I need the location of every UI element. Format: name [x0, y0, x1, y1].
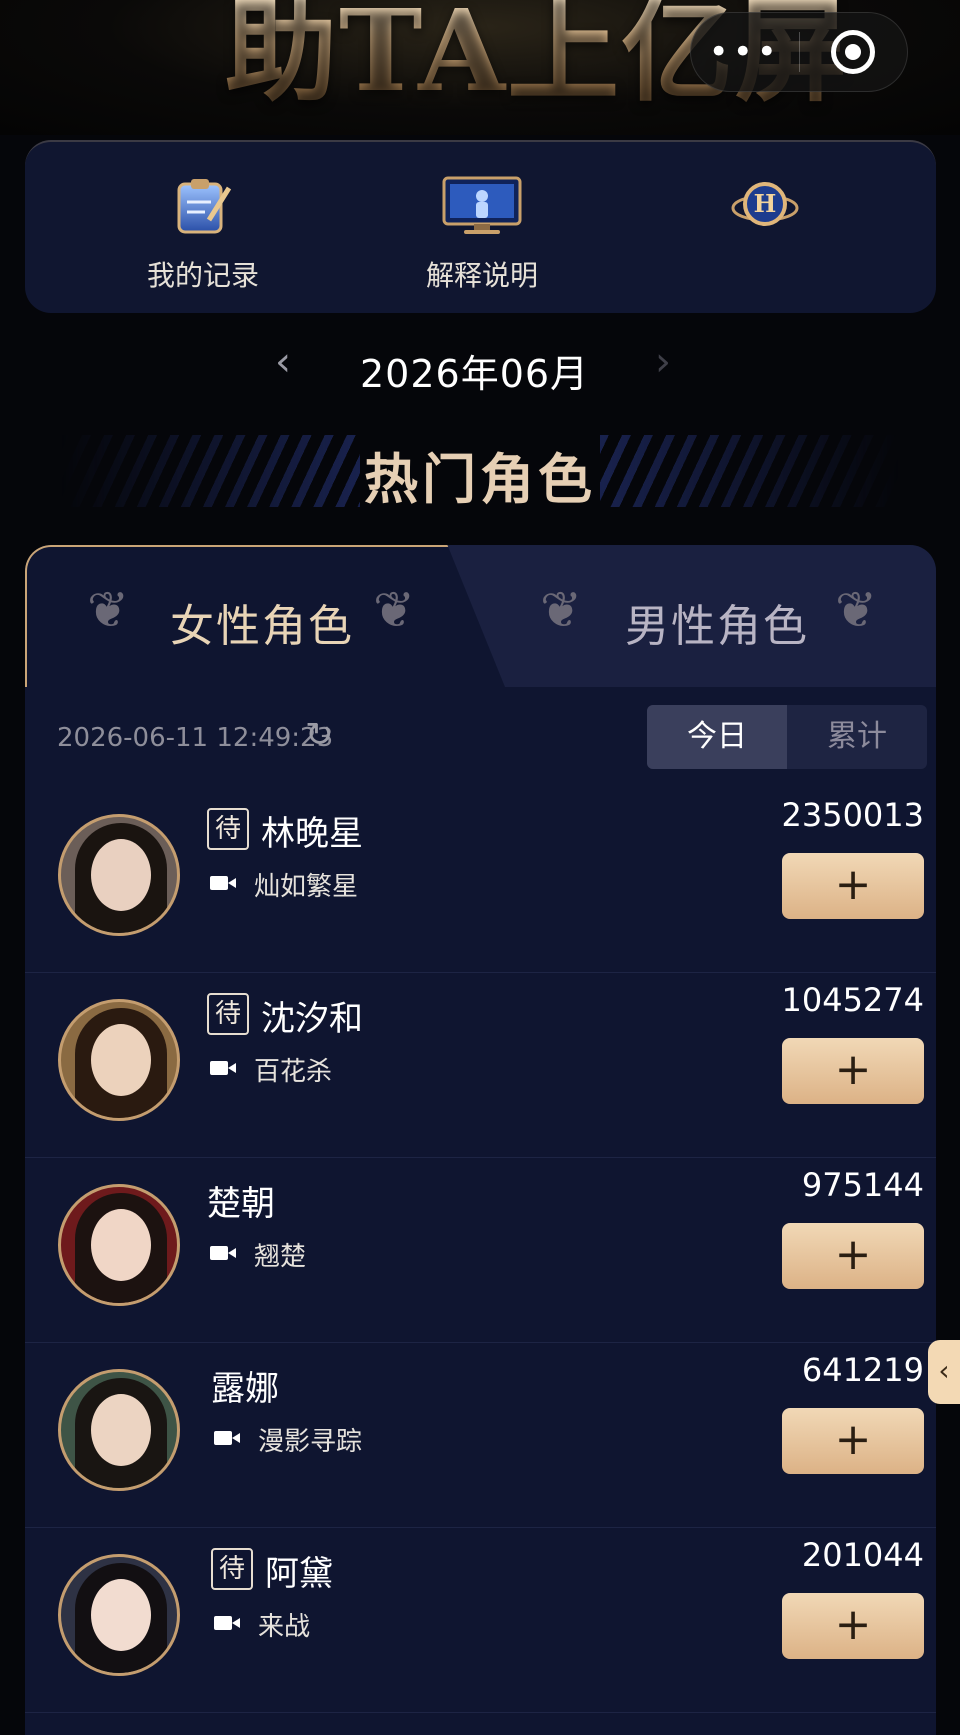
toggle-today[interactable]: 今日	[647, 705, 787, 769]
avatar[interactable]	[58, 1554, 180, 1676]
pending-badge: 待	[207, 808, 249, 850]
laurel-icon: ❦	[87, 581, 129, 639]
menu-item-label: 我的记录	[146, 259, 259, 292]
list-item: 待 沈汐和 百花杀 1045274 +	[25, 973, 936, 1158]
h-badge-icon: H	[730, 174, 800, 242]
list-item: 露娜 漫影寻踪 641219 +	[25, 1343, 936, 1528]
support-button[interactable]: +	[782, 1223, 924, 1289]
vote-count: 975144	[801, 1166, 924, 1204]
avatar[interactable]	[58, 1184, 180, 1306]
target-icon	[831, 30, 876, 74]
next-month-button[interactable]: ›	[655, 339, 671, 385]
vote-count: 201044	[801, 1536, 924, 1574]
character-name: 林晚星	[261, 814, 363, 854]
avatar[interactable]	[58, 1369, 180, 1491]
menu-item-explanation[interactable]: 解释说明	[332, 142, 632, 315]
show-name: 翘楚	[254, 1242, 307, 1272]
character-name: 楚朝	[207, 1184, 275, 1224]
ranking-panel: ❦ 女性角色 ❦ ❦ 男性角色 ❦ 2026-06-11 12:49:23 ↻ …	[25, 545, 936, 1735]
support-button[interactable]: +	[782, 1593, 924, 1659]
video-camera-icon	[210, 1242, 238, 1264]
tab-female-characters[interactable]: 女性角色	[170, 590, 354, 654]
update-timestamp: 2026-06-11 12:49:23	[57, 723, 334, 753]
svg-text:H: H	[754, 189, 777, 218]
support-button[interactable]: +	[782, 1038, 924, 1104]
character-name: 阿黛	[265, 1554, 333, 1594]
laurel-icon: ❦	[373, 581, 415, 639]
show-name: 漫影寻踪	[258, 1427, 363, 1457]
vote-count: 1045274	[781, 981, 924, 1019]
laurel-icon: ❦	[835, 581, 877, 639]
section-title: 热门角色	[364, 448, 596, 511]
show-name: 百花杀	[254, 1057, 333, 1087]
character-name: 露娜	[211, 1369, 279, 1409]
vote-count: 641219	[801, 1351, 924, 1389]
video-camera-icon	[210, 872, 238, 894]
prev-month-button[interactable]: ‹	[275, 339, 291, 385]
laurel-icon: ❦	[540, 581, 582, 639]
list-item: 楚朝 翘楚 975144 +	[25, 1158, 936, 1343]
avatar[interactable]	[58, 814, 180, 936]
vote-count: 2350013	[781, 796, 924, 834]
quick-menu-card: 我的记录 解释说明 H	[25, 140, 936, 313]
character-name: 沈汐和	[261, 999, 363, 1039]
pending-badge: 待	[207, 993, 249, 1035]
month-selector: ‹ 2026年06月 ›	[0, 335, 960, 396]
menu-item-label: 解释说明	[425, 259, 538, 292]
avatar[interactable]	[58, 999, 180, 1121]
record-clipboard-icon	[171, 174, 235, 242]
list-item: 待 阿黛 来战 201044 +	[25, 1528, 936, 1713]
menu-item-my-records[interactable]: 我的记录	[53, 142, 353, 315]
video-camera-icon	[214, 1612, 242, 1634]
more-menu-button[interactable]: •••	[691, 12, 799, 92]
refresh-icon[interactable]: ↻	[305, 715, 334, 755]
section-header: 热门角色	[30, 425, 930, 515]
side-drawer-handle[interactable]: ‹	[928, 1340, 960, 1404]
show-name: 灿如繁星	[254, 872, 359, 902]
support-button[interactable]: +	[782, 853, 924, 919]
show-name: 来战	[258, 1612, 311, 1642]
monitor-icon	[440, 174, 524, 242]
mini-program-capsule: •••	[690, 12, 908, 92]
period-toggle: 今日 累计	[647, 705, 927, 769]
support-button[interactable]: +	[782, 1408, 924, 1474]
menu-item-hidden[interactable]: H	[615, 142, 915, 315]
video-camera-icon	[210, 1057, 238, 1079]
current-month: 2026年06月	[360, 352, 590, 396]
tab-male-characters[interactable]: 男性角色	[625, 590, 809, 654]
list-item: 待 林晚星 灿如繁星 2350013 +	[25, 788, 936, 973]
pending-badge: 待	[211, 1548, 253, 1590]
video-camera-icon	[214, 1427, 242, 1449]
toggle-total[interactable]: 累计	[787, 705, 927, 769]
close-button[interactable]	[800, 30, 908, 74]
list-meta-row: 2026-06-11 12:49:23 ↻ 今日 累计	[25, 705, 936, 775]
